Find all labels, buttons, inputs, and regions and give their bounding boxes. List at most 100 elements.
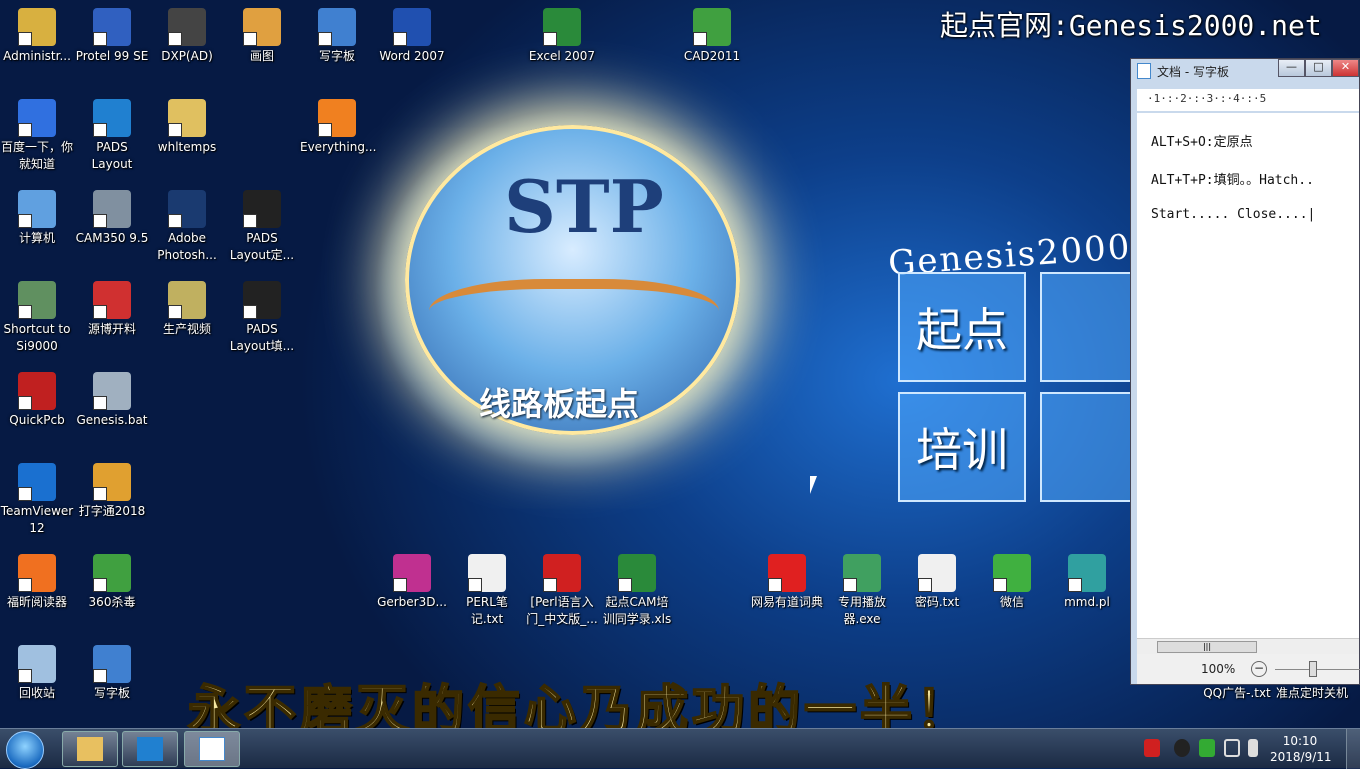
desktop-icon[interactable]: mmd.pl	[1050, 554, 1124, 611]
document-line: Start..... Close....|	[1151, 207, 1316, 222]
desktop-icon[interactable]: PADS Layout填...	[225, 281, 299, 355]
app-icon	[693, 8, 731, 46]
input-method-icon[interactable]	[1144, 739, 1160, 757]
desktop-icon[interactable]: Word 2007	[375, 8, 449, 65]
app-icon	[18, 8, 56, 46]
app-icon	[93, 372, 131, 410]
desktop-icon[interactable]: 360杀毒	[75, 554, 149, 611]
desktop-icon-label: Shortcut to Si9000	[3, 322, 71, 353]
desktop-icon[interactable]: Shortcut to Si9000	[0, 281, 74, 355]
desktop-icon-label: PADS Layout填...	[229, 322, 295, 353]
stp-logo: STP 线路板起点	[405, 125, 740, 435]
app-icon	[93, 554, 131, 592]
clock-time: 10:10	[1282, 734, 1318, 748]
app-icon	[993, 554, 1031, 592]
desktop-icon[interactable]: 画图	[225, 8, 299, 65]
desktop-icon[interactable]: PADS Layout定...	[225, 190, 299, 264]
app-icon	[543, 8, 581, 46]
desktop-icon-label: QQ广告-.txt	[1203, 686, 1271, 700]
taskbar-explorer[interactable]	[62, 731, 118, 767]
desktop-icon-label: 微信	[999, 595, 1024, 609]
qq-icon[interactable]	[1174, 739, 1190, 757]
app-icon	[243, 190, 281, 228]
desktop-icon[interactable]: 回收站	[0, 645, 74, 702]
desktop-icon[interactable]: 福昕阅读器	[0, 554, 74, 611]
desktop-icon-label: 源博开料	[87, 322, 136, 336]
desktop-icon[interactable]: 生产视频	[150, 281, 224, 338]
zoom-slider-thumb[interactable]	[1309, 661, 1317, 677]
document-line: ALT+S+O:定原点	[1151, 135, 1253, 150]
app-icon	[18, 554, 56, 592]
show-desktop-button[interactable]	[1346, 729, 1360, 769]
close-button[interactable]: ✕	[1332, 59, 1359, 77]
desktop-icon[interactable]: 源博开料	[75, 281, 149, 338]
app-icon	[843, 554, 881, 592]
taskbar-pads[interactable]	[122, 731, 178, 767]
desktop-icon[interactable]: Everything...	[300, 99, 376, 156]
desktop-icon-label: Administr...	[3, 49, 71, 63]
desktop-icon[interactable]: 计算机	[0, 190, 74, 247]
app-icon	[18, 190, 56, 228]
desktop-icon[interactable]: [Perl语言入门_中文版_...	[525, 554, 599, 628]
desktop-icon[interactable]: Genesis.bat	[75, 372, 149, 429]
maximize-button[interactable]: □	[1305, 59, 1332, 77]
logo-text: STP	[504, 164, 664, 249]
watermark-text: 起点官网:Genesis2000.net	[940, 9, 1322, 42]
horizontal-scrollbar[interactable]: |||	[1137, 638, 1359, 654]
desktop-icon-label: 专用播放器.exe	[837, 595, 886, 626]
desktop-icon[interactable]: PERL笔记.txt	[450, 554, 524, 628]
desktop-icon[interactable]: CAD2011	[675, 8, 749, 65]
desktop-icon[interactable]: Protel 99 SE	[75, 8, 149, 65]
desktop-icon[interactable]: 百度一下，你就知道	[0, 99, 74, 173]
desktop-icon[interactable]: 网易有道词典	[750, 554, 824, 611]
desktop-icon[interactable]: CAM350 9.5	[75, 190, 149, 247]
minimize-button[interactable]: —	[1278, 59, 1305, 77]
desktop-icon[interactable]: 起点CAM培训同学录.xls	[600, 554, 674, 628]
desktop-icon[interactable]: 写字板	[300, 8, 374, 65]
taskbar-wordpad[interactable]	[184, 731, 240, 767]
desktop-icon[interactable]: DXP(AD)	[150, 8, 224, 65]
wallpaper-tile: 起点	[898, 272, 1026, 382]
desktop-icon[interactable]: whltemps	[150, 99, 224, 156]
desktop-icon[interactable]: Adobe Photosh...	[150, 190, 224, 264]
app-icon	[243, 8, 281, 46]
app-icon	[168, 281, 206, 319]
document-line: ALT+T+P:填铜。。Hatch..	[1151, 173, 1314, 188]
security-shield-icon[interactable]	[1199, 739, 1215, 757]
app-icon	[18, 463, 56, 501]
volume-icon[interactable]	[1248, 739, 1258, 757]
window-titlebar[interactable]: 文档 - 写字板 — □ ✕	[1131, 59, 1359, 83]
desktop-icon[interactable]: Administr...	[0, 8, 74, 65]
desktop-icon[interactable]: 写字板	[75, 645, 149, 702]
desktop-icon-label: Gerber3D...	[377, 595, 447, 609]
desktop-icon[interactable]: 打字通2018	[75, 463, 149, 520]
desktop-icon[interactable]: 微信	[975, 554, 1049, 611]
zoom-slider[interactable]	[1275, 669, 1360, 670]
desktop-icon-label: 起点CAM培训同学录.xls	[602, 595, 672, 626]
desktop-icon-label: 生产视频	[162, 322, 211, 336]
desktop-icon-label: PADS Layout定...	[229, 231, 295, 262]
desktop-icon[interactable]: QuickPcb	[0, 372, 74, 429]
desktop-icon-label: PERL笔记.txt	[466, 595, 508, 626]
desktop-icon[interactable]: 密码.txt	[900, 554, 974, 611]
document-area[interactable]: ALT+S+O:定原点 ALT+T+P:填铜。。Hatch.. Start...…	[1137, 113, 1359, 638]
network-icon[interactable]	[1224, 739, 1240, 757]
desktop-icon[interactable]: Gerber3D...	[375, 554, 449, 611]
ruler[interactable]: ·1·:·2·:·3·:·4·:·5	[1137, 89, 1359, 111]
desktop-icon-label: CAM350 9.5	[75, 231, 149, 245]
zoom-out-button[interactable]: −	[1251, 661, 1267, 677]
desktop-icon-label: Adobe Photosh...	[157, 231, 217, 262]
scrollbar-thumb[interactable]: |||	[1157, 641, 1257, 653]
taskbar: 10:10 2018/9/11	[0, 728, 1360, 769]
desktop-icon[interactable]: TeamViewer 12	[0, 463, 74, 537]
desktop-icon[interactable]: PADS Layout	[75, 99, 149, 173]
desktop-icon[interactable]: 专用播放器.exe	[825, 554, 899, 628]
desktop-icon-label: 画图	[249, 49, 274, 63]
clock-date: 2018/9/11	[1270, 750, 1332, 764]
clock[interactable]: 10:10 2018/9/11	[1270, 733, 1332, 765]
app-icon	[93, 8, 131, 46]
desktop-icon-label: 写字板	[93, 686, 130, 700]
start-button[interactable]	[6, 731, 44, 769]
desktop-icon[interactable]: Excel 2007	[525, 8, 599, 65]
status-bar: 100% −	[1137, 654, 1360, 684]
